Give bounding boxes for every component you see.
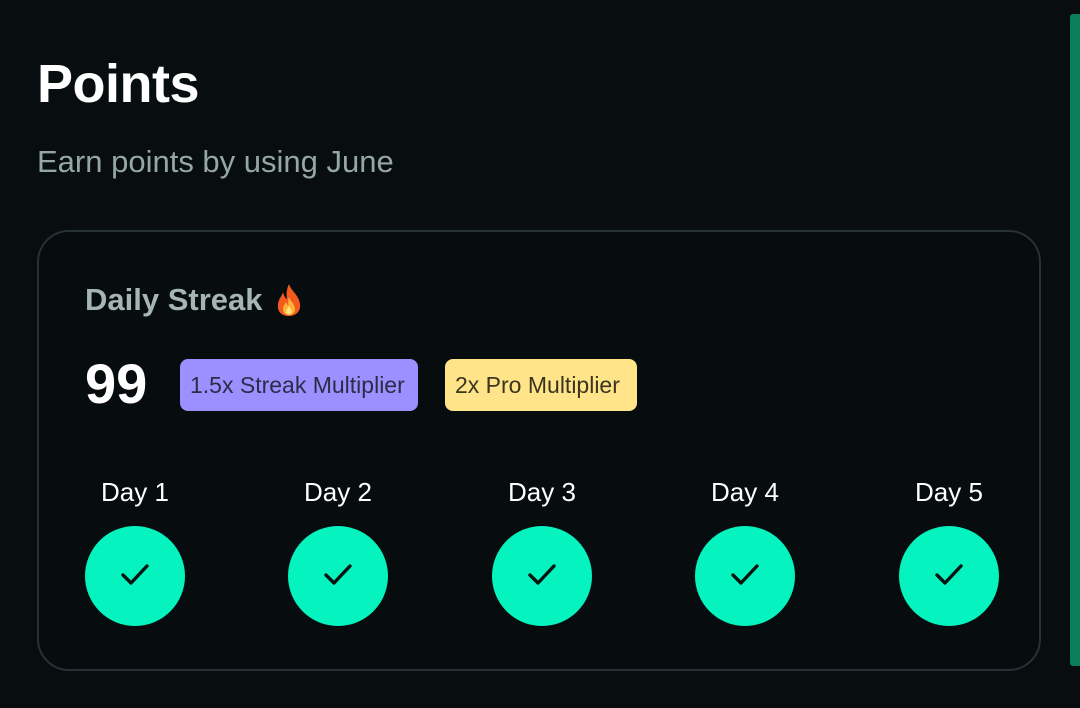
checkmark-icon	[731, 564, 759, 585]
daily-streak-title: Daily Streak	[85, 282, 303, 318]
day-label: Day 3	[508, 477, 576, 507]
day-completed-indicator	[899, 526, 999, 626]
page-title: Points	[37, 54, 200, 114]
daily-streak-label: Daily Streak	[85, 282, 263, 317]
day-completed-indicator	[85, 526, 185, 626]
day-completed-indicator	[695, 526, 795, 626]
day-label: Day 1	[101, 477, 169, 507]
streak-multiplier-badge: 1.5x Streak Multiplier	[180, 359, 418, 411]
checkmark-icon	[935, 564, 963, 585]
streak-days: Day 1 Day 2 Day 3 Day 4 Day 5	[39, 476, 1039, 636]
day-label: Day 5	[915, 477, 983, 507]
checkmark-icon	[121, 564, 149, 585]
day-3: Day 3	[482, 476, 602, 626]
points-page: Points Earn points by using June Daily S…	[0, 0, 1080, 708]
checkmark-icon	[528, 564, 556, 585]
pro-multiplier-badge: 2x Pro Multiplier	[445, 359, 637, 411]
day-5: Day 5	[889, 476, 1009, 626]
page-subtitle: Earn points by using June	[37, 144, 394, 179]
day-4: Day 4	[685, 476, 805, 626]
day-completed-indicator	[288, 526, 388, 626]
streak-count: 99	[85, 352, 148, 415]
scrollbar[interactable]	[1070, 14, 1080, 666]
daily-streak-card: Daily Streak 99 1.5x Streak Multiplier 2…	[37, 230, 1041, 671]
day-1: Day 1	[75, 476, 195, 626]
fire-icon	[275, 283, 303, 317]
day-completed-indicator	[492, 526, 592, 626]
day-2: Day 2	[278, 476, 398, 626]
checkmark-icon	[324, 564, 352, 585]
day-label: Day 4	[711, 477, 779, 507]
day-label: Day 2	[304, 477, 372, 507]
